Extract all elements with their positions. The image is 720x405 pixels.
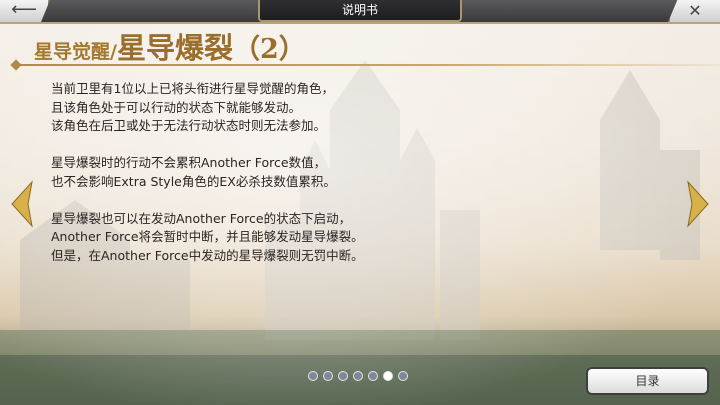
- page-dot[interactable]: [338, 371, 348, 381]
- back-arrow-icon: ⟵: [11, 0, 37, 20]
- table-of-contents-button[interactable]: 目录: [586, 367, 709, 395]
- heading-divider: [12, 64, 720, 66]
- page-dot[interactable]: [398, 371, 408, 381]
- paragraph: 星导爆裂也可以在发动Another Force的状态下启动， Another F…: [51, 210, 611, 266]
- text-line: 但是，在Another Force中发动的星导爆裂则无罚中断。: [51, 247, 364, 263]
- heading-subtitle: 星导觉醒/: [34, 41, 117, 63]
- text-line: 星导爆裂也可以在发动Another Force的状态下启动，: [51, 210, 352, 226]
- page-dot[interactable]: [383, 371, 393, 381]
- page-heading: 星导觉醒/星导爆裂（2）: [34, 25, 306, 65]
- page-dot[interactable]: [308, 371, 318, 381]
- heading-title: 星导爆裂: [116, 31, 233, 65]
- paragraph: 当前卫里有1位以上已将头衔进行星导觉醒的角色， 且该角色处于可以行动的状态下就能…: [51, 80, 611, 136]
- page-dot[interactable]: [323, 371, 333, 381]
- text-line: 星导爆裂时的行动不会累积Another Force数值，: [51, 155, 327, 170]
- close-icon: ✕: [688, 1, 702, 20]
- previous-page-button[interactable]: [10, 180, 34, 228]
- text-line: 当前卫里有1位以上已将头衔进行星导觉醒的角色，: [51, 81, 334, 96]
- next-page-button[interactable]: [686, 180, 710, 228]
- window-title: 说明书: [258, 0, 462, 22]
- text-line: 也不会影响Extra Style角色的EX必杀技数值累积。: [51, 173, 336, 189]
- text-line: 该角色在后卫或处于无法行动状态时则无法参加。: [51, 118, 327, 133]
- page-dot[interactable]: [353, 371, 363, 381]
- page-indicator: [308, 371, 413, 383]
- heading-number: （2）: [232, 34, 306, 65]
- page-dot[interactable]: [368, 371, 378, 381]
- paragraph: 星导爆裂时的行动不会累积Another Force数值， 也不会影响Extra …: [51, 154, 611, 191]
- chevron-right-icon: [687, 180, 709, 228]
- chevron-left-icon: [11, 180, 33, 228]
- text-line: Another Force将会暂时中断，并且能够发动星导爆裂。: [51, 229, 364, 244]
- text-line: 且该角色处于可以行动的状态下就能够发动。: [51, 99, 302, 115]
- description-text: 当前卫里有1位以上已将头衔进行星导觉醒的角色， 且该角色处于可以行动的状态下就能…: [51, 80, 611, 284]
